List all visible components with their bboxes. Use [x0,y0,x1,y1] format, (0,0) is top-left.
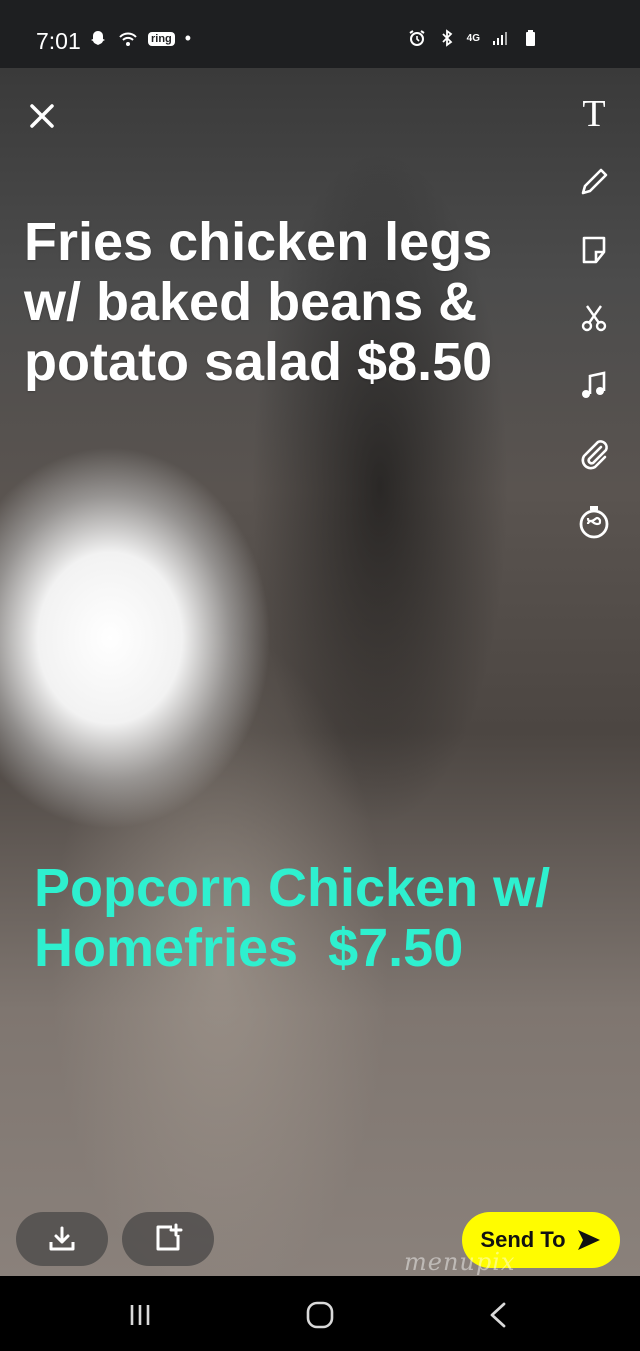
download-icon [49,1226,75,1251]
send-arrow-icon [577,1230,600,1250]
text-tool-button[interactable]: T [574,94,614,134]
recents-icon [130,1305,150,1325]
back-button[interactable] [478,1298,518,1332]
battery-icon [526,30,535,46]
draw-tool-button[interactable] [574,162,614,202]
ring-app-icon: ring [148,31,175,46]
android-nav-bar [0,1276,640,1351]
edit-toolbar: T [572,94,616,542]
save-button[interactable] [16,1212,108,1266]
status-time: 7:01 [36,28,81,54]
status-dot: • [184,28,192,48]
attachment-tool-button[interactable] [574,434,614,474]
watermark: menupix [404,1248,516,1276]
caption-text-2[interactable]: Popcorn Chicken w/ Homefries $7.50 [34,858,634,978]
snapchat-ghost-icon [91,30,105,45]
sticker-tool-button[interactable] [574,230,614,270]
close-icon [30,104,54,128]
home-icon [306,1301,334,1329]
status-bar: 7:01 ring • 4G [0,0,640,68]
scissors-icon [581,305,607,332]
network-type: 4G [466,32,480,44]
status-left-icons: ring • [88,28,191,49]
home-button[interactable] [300,1298,340,1332]
signal-icon [493,32,507,45]
bluetooth-icon [442,29,453,47]
caption-text-1[interactable]: Fries chicken legs w/ baked beans & pota… [24,212,564,392]
timer-tool-button[interactable] [574,502,614,542]
close-button[interactable] [22,96,62,136]
scissors-tool-button[interactable] [574,298,614,338]
status-right-icons: 4G [407,28,540,48]
back-icon [490,1302,506,1328]
music-tool-button[interactable] [574,366,614,406]
pencil-icon [581,168,608,195]
text-tool-icon: T [582,93,606,135]
wifi-icon [119,32,137,46]
timer-icon [579,506,609,539]
add-story-icon [156,1223,183,1251]
sticker-icon [582,236,606,264]
recents-button[interactable] [120,1298,160,1332]
alarm-icon [409,30,425,46]
music-icon [582,371,606,398]
add-to-story-button[interactable] [122,1212,214,1266]
paperclip-icon [581,440,608,470]
